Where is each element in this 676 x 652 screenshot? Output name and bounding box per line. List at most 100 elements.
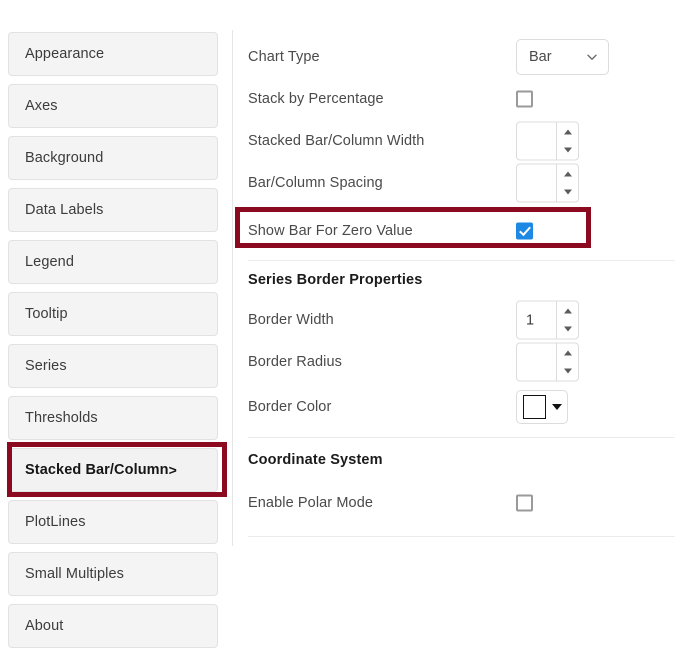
stepper-up-button[interactable] (557, 344, 578, 363)
border-width-control: 1 (516, 300, 579, 340)
sidebar-item-thresholds[interactable]: Thresholds (8, 396, 218, 440)
triangle-down-icon (563, 326, 572, 332)
section-divider (248, 536, 675, 537)
sidebar-item-appearance[interactable]: Appearance (8, 32, 218, 76)
sidebar-item-label: Thresholds (25, 410, 98, 426)
border-color-picker[interactable] (516, 390, 568, 424)
enable-polar-mode-control (516, 494, 533, 512)
sidebar-slot: Tooltip (8, 292, 218, 340)
stacked-bar-column-width-stepper[interactable] (516, 121, 579, 161)
chart-type-label: Chart Type (248, 49, 320, 65)
chart-type-value: Bar (529, 49, 552, 65)
border-width-label: Border Width (248, 312, 334, 328)
triangle-down-icon (563, 368, 572, 374)
border-radius-label: Border Radius (248, 354, 342, 370)
border-width-row: Border Width 1 (233, 299, 676, 341)
chart-type-row: Chart Type Bar (233, 36, 676, 78)
series-border-properties-heading: Series Border Properties (248, 272, 423, 288)
border-width-stepper[interactable]: 1 (516, 300, 579, 340)
sidebar-item-label: Legend (25, 254, 74, 270)
sidebar-item-small-multiples[interactable]: Small Multiples (8, 552, 218, 596)
chevron-down-icon (587, 54, 597, 60)
border-radius-stepper[interactable] (516, 342, 579, 382)
sidebar-item-label: PlotLines (25, 514, 86, 530)
stack-by-percentage-label: Stack by Percentage (248, 91, 384, 107)
sidebar-item-tooltip[interactable]: Tooltip (8, 292, 218, 336)
triangle-up-icon (563, 171, 572, 177)
enable-polar-mode-checkbox[interactable] (516, 494, 533, 512)
sidebar-item-series[interactable]: Series (8, 344, 218, 388)
stack-by-percentage-checkbox[interactable] (516, 90, 533, 108)
bar-column-spacing-value[interactable] (517, 165, 556, 202)
sidebar-item-axes[interactable]: Axes (8, 84, 218, 128)
enable-polar-mode-label: Enable Polar Mode (248, 495, 374, 511)
sidebar-item-label: Small Multiples (25, 566, 124, 582)
stepper-up-button[interactable] (557, 165, 578, 184)
border-radius-row: Border Radius (233, 341, 676, 383)
triangle-up-icon (563, 129, 572, 135)
sidebar-slot: PlotLines (8, 500, 218, 548)
triangle-up-icon (563, 350, 572, 356)
triangle-down-icon (563, 147, 572, 153)
bar-column-spacing-control (516, 163, 579, 203)
stacked-bar-column-width-control (516, 121, 579, 161)
sidebar-slot: Thresholds (8, 396, 218, 444)
stepper-up-button[interactable] (557, 302, 578, 321)
bar-column-spacing-label: Bar/Column Spacing (248, 175, 383, 191)
stacked-bar-column-width-row: Stacked Bar/Column Width (233, 120, 676, 162)
sidebar-item-label: Stacked Bar/Column (25, 462, 169, 478)
show-bar-for-zero-value-control (516, 222, 533, 240)
border-color-label: Border Color (248, 399, 332, 415)
border-radius-control (516, 342, 579, 382)
bar-column-spacing-stepper[interactable] (516, 163, 579, 203)
stepper-up-button[interactable] (557, 123, 578, 142)
settings-sidebar: Appearance Axes Background Data Labels L… (0, 0, 232, 648)
show-bar-for-zero-value-label: Show Bar For Zero Value (248, 223, 413, 239)
border-width-value[interactable]: 1 (517, 302, 556, 339)
sidebar-slot: About (8, 604, 218, 652)
stepper-down-button[interactable] (557, 141, 578, 160)
sidebar-slot: Legend (8, 240, 218, 288)
sidebar-slot: Axes (8, 84, 218, 132)
border-color-row: Border Color (233, 383, 676, 431)
stepper-buttons (556, 343, 578, 381)
triangle-up-icon (563, 308, 572, 314)
chart-type-select[interactable]: Bar (516, 39, 609, 75)
color-swatch (523, 395, 546, 419)
sidebar-item-label: Tooltip (25, 306, 68, 322)
border-color-control (516, 390, 568, 424)
sidebar-slot: Small Multiples (8, 552, 218, 600)
sidebar-slot-highlighted: Stacked Bar/Column > (7, 442, 227, 497)
sidebar-item-data-labels[interactable]: Data Labels (8, 188, 218, 232)
show-bar-for-zero-value-checkbox[interactable] (516, 222, 533, 240)
stacked-bar-column-width-value[interactable] (517, 123, 556, 160)
sidebar-item-label: Series (25, 358, 67, 374)
stepper-down-button[interactable] (557, 362, 578, 381)
sidebar-item-label: About (25, 618, 64, 634)
show-bar-for-zero-value-row: Show Bar For Zero Value (233, 207, 676, 252)
bar-column-spacing-row: Bar/Column Spacing (233, 162, 676, 204)
sidebar-item-about[interactable]: About (8, 604, 218, 648)
sidebar-item-legend[interactable]: Legend (8, 240, 218, 284)
coordinate-system-heading: Coordinate System (248, 452, 383, 468)
stacked-bar-column-settings-panel: Chart Type Bar Stack by Percentage Stack… (233, 0, 676, 631)
sidebar-item-label: Background (25, 150, 104, 166)
stack-by-percentage-row: Stack by Percentage (233, 78, 676, 120)
sidebar-slot: Background (8, 136, 218, 184)
sidebar-item-label: Data Labels (25, 202, 104, 218)
sidebar-item-plotlines[interactable]: PlotLines (8, 500, 218, 544)
caret-down-icon (552, 404, 562, 410)
stack-by-percentage-control (516, 90, 533, 108)
sidebar-item-label: Appearance (25, 46, 105, 62)
sidebar-item-label: Axes (25, 98, 58, 114)
sidebar-slot: Appearance (8, 32, 218, 80)
stepper-down-button[interactable] (557, 320, 578, 339)
stepper-buttons (556, 122, 578, 160)
border-radius-value[interactable] (517, 344, 556, 381)
chart-type-control: Bar (516, 39, 609, 75)
triangle-down-icon (563, 189, 572, 195)
sidebar-item-stacked-bar-column[interactable]: Stacked Bar/Column > (8, 448, 218, 492)
sidebar-item-background[interactable]: Background (8, 136, 218, 180)
sidebar-slot: Data Labels (8, 188, 218, 236)
stepper-down-button[interactable] (557, 183, 578, 202)
